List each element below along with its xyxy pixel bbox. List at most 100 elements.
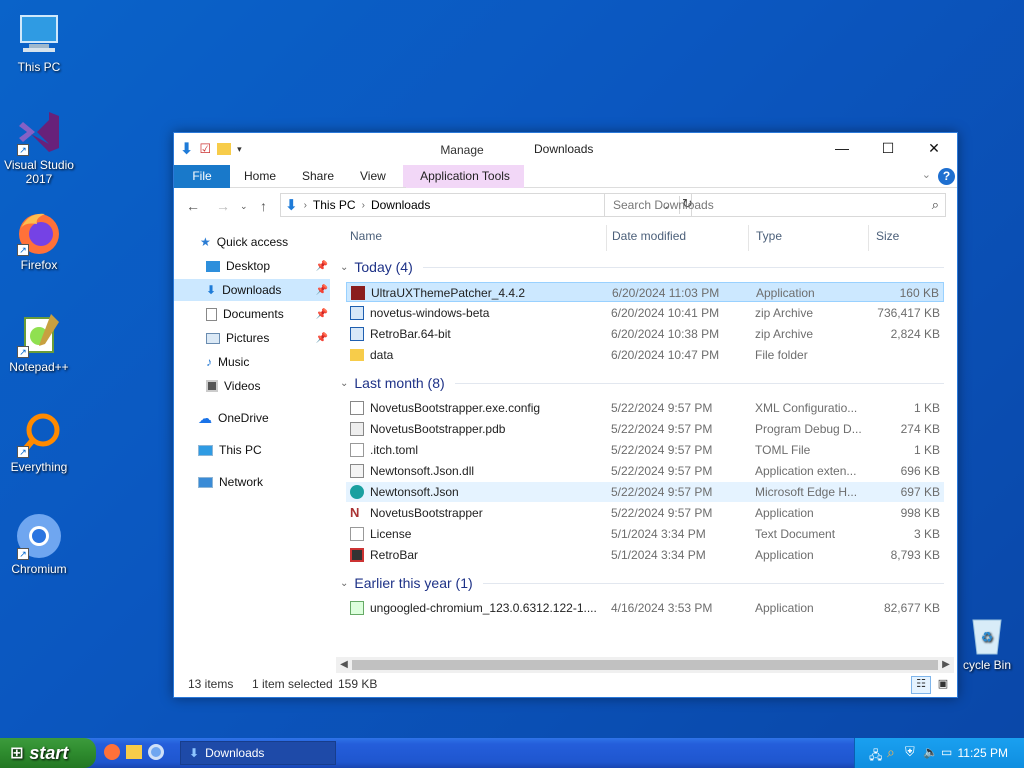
taskbar-downloads-button[interactable]: ⬇ Downloads [180,741,336,765]
chromium-icon[interactable] [148,744,164,760]
title-bar[interactable]: ⬇ ☑ ▾ Manage Downloads — ☐ ✕ [174,133,957,165]
pin-icon[interactable]: 📌 [316,261,328,272]
scroll-thumb[interactable] [352,660,938,670]
shield-icon[interactable]: ⛨ [905,744,915,760]
clock[interactable]: 11:25 PM [958,746,1008,760]
table-row[interactable]: NovetusBootstrapper.exe.config 5/22/2024… [346,398,944,418]
file-type: Application [756,286,815,300]
nav-pictures[interactable]: Pictures 📌 [174,327,330,349]
tab-view[interactable]: View [350,165,396,188]
table-row[interactable]: data 6/20/2024 10:47 PM File folder [346,345,944,365]
tab-share[interactable]: Share [292,165,344,188]
selection-size: 159 KB [338,677,378,691]
pin-icon[interactable]: 📌 [316,309,328,320]
desktop-icon-label: Notepad++ [9,360,69,374]
desktop-icon-visual-studio[interactable]: ↗ Visual Studio 2017 [0,108,78,186]
column-date[interactable]: Date modified [598,225,686,247]
file-size: 1 KB [913,401,940,415]
search-tray-icon[interactable]: ⌕ [887,744,895,761]
table-row[interactable]: RetroBar 5/1/2024 3:34 PM Application 8,… [346,545,944,565]
videos-icon [206,380,218,392]
nav-onedrive[interactable]: ☁ OneDrive [174,407,330,429]
table-row[interactable]: N NovetusBootstrapper 5/22/2024 9:57 PM … [346,503,944,523]
config-file-icon [350,401,364,415]
properties-icon[interactable]: ☑ [199,141,211,157]
pin-icon[interactable]: 📌 [316,285,328,296]
help-icon[interactable]: ? [938,168,955,185]
shortcut-arrow-icon: ↗ [17,346,29,358]
start-button[interactable]: ⊞ start [0,738,96,768]
quick-access-toolbar: ⬇ ☑ ▾ [180,139,242,159]
firefox-icon[interactable] [104,744,120,760]
expand-ribbon-icon[interactable]: ⌄ [922,168,931,181]
system-tray: 🖧 ⌕ ⛨ 🔈 ▭ 11:25 PM [854,738,1024,768]
back-button[interactable]: ← [186,198,200,214]
nav-desktop[interactable]: Desktop 📌 [174,255,330,277]
nav-downloads[interactable]: ⬇ Downloads 📌 [174,279,330,301]
up-button[interactable]: ↑ [260,198,267,214]
table-row[interactable]: novetus-windows-beta 6/20/2024 10:41 PM … [346,303,944,323]
manage-tab[interactable]: Manage [403,143,521,157]
table-row[interactable]: UltraUXThemePatcher_4.4.2 6/20/2024 11:0… [346,282,944,302]
forward-button[interactable]: → [216,198,230,214]
horizontal-scrollbar[interactable]: ◀ ▶ [336,657,954,673]
table-row[interactable]: NovetusBootstrapper.pdb 5/22/2024 9:57 P… [346,419,944,439]
table-row[interactable]: ungoogled-chromium_123.0.6312.122-1.... … [346,598,944,618]
group-header-today[interactable]: ⌄ Today (4) [340,257,944,277]
status-bar: 13 items 1 item selected 159 KB ☷ ▣ [174,673,957,697]
column-size[interactable]: Size [862,225,899,247]
tab-home[interactable]: Home [234,165,286,188]
table-row[interactable]: .itch.toml 5/22/2024 9:57 PM TOML File 1… [346,440,944,460]
scroll-left-icon[interactable]: ◀ [336,657,352,673]
group-header-earlier[interactable]: ⌄ Earlier this year (1) [340,573,944,593]
nav-videos[interactable]: Videos [174,375,330,397]
file-size: 697 KB [900,485,940,499]
desktop-icon-everything[interactable]: ↗ Everything [0,410,78,474]
table-row[interactable]: Newtonsoft.Json.dll 5/22/2024 9:57 PM Ap… [346,461,944,481]
novetus-icon: N [350,505,360,520]
desktop-icon-firefox[interactable]: ↗ Firefox [0,208,78,272]
minimize-button[interactable]: — [819,133,865,163]
desktop-icon-recycle-bin[interactable]: ♻ cycle Bin [948,612,1024,672]
table-row[interactable]: Newtonsoft.Json 5/22/2024 9:57 PM Micros… [346,482,944,502]
display-icon[interactable]: ▭ [941,745,952,759]
column-type[interactable]: Type [742,225,782,247]
details-view-icon[interactable]: ☷ [911,676,931,694]
breadcrumb-downloads[interactable]: Downloads [371,198,430,212]
file-date: 5/22/2024 9:57 PM [611,422,713,436]
nav-documents[interactable]: Documents 📌 [174,303,330,325]
table-row[interactable]: License 5/1/2024 3:34 PM Text Document 3… [346,524,944,544]
large-icons-view-icon[interactable]: ▣ [933,676,953,694]
download-arrow-icon: ⬇ [180,141,194,158]
pin-icon[interactable]: 📌 [316,333,328,344]
recent-locations-icon[interactable]: ⌄ [240,201,248,212]
network-tray-icon[interactable]: 🖧 [869,746,882,767]
nav-label: This PC [219,443,262,457]
nav-this-pc[interactable]: This PC [174,439,330,461]
desktop-icon-this-pc[interactable]: This PC [0,10,78,74]
volume-icon[interactable]: 🔈 [923,745,938,759]
blank-file-icon [350,443,364,457]
search-input[interactable]: Search Downloads ⌕ [604,193,946,217]
breadcrumb-this-pc[interactable]: This PC [313,198,356,212]
nav-quick-access[interactable]: ★ Quick access [174,231,330,253]
desktop-icon-chromium[interactable]: ↗ Chromium [0,512,78,576]
visual-studio-icon: ↗ [15,108,63,156]
group-header-last-month[interactable]: ⌄ Last month (8) [340,373,944,393]
qat-dropdown-icon[interactable]: ▾ [237,144,242,155]
tab-application-tools[interactable]: Application Tools [406,165,524,188]
nav-music[interactable]: ♪ Music [174,351,330,373]
file-explorer-icon[interactable] [126,745,142,759]
scroll-right-icon[interactable]: ▶ [938,657,954,673]
new-folder-icon[interactable] [217,143,232,155]
nav-network[interactable]: Network [174,471,330,493]
downloads-folder-icon: ⬇ [206,283,217,297]
file-date: 5/1/2024 3:34 PM [611,548,706,562]
file-name: data [370,348,394,362]
close-button[interactable]: ✕ [911,133,957,163]
desktop-icon-notepadpp[interactable]: ↗ Notepad++ [0,310,78,374]
tab-file[interactable]: File [174,165,230,188]
maximize-button[interactable]: ☐ [865,133,911,163]
column-name[interactable]: Name [336,225,382,247]
table-row[interactable]: RetroBar.64-bit 6/20/2024 10:38 PM zip A… [346,324,944,344]
